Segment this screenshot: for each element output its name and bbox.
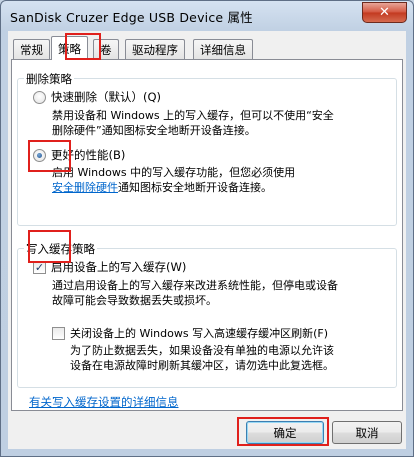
policies-panel: 删除策略 快速删除（默认）(Q) 禁用设备和 Windows 上的写入缓存，但可… bbox=[11, 59, 403, 411]
ok-button[interactable]: 确定 bbox=[246, 421, 324, 444]
better-performance-radio[interactable] bbox=[33, 148, 46, 162]
dialog-client: 常规 策略 卷 驱动程序 详细信息 删除策略 快速删除（默认）(Q) 禁用设备和… bbox=[8, 31, 406, 449]
turn-off-flush-desc-line1: 为了防止数据丢失，如果设备没有单独的电源以允许该 bbox=[70, 344, 334, 357]
turn-off-flush-desc-line2: 设备在电源故障时刷新其缓冲区，请勿选中此复选框。 bbox=[70, 359, 334, 372]
tab-driver[interactable]: 驱动程序 bbox=[125, 39, 185, 59]
tab-strip: 常规 策略 卷 驱动程序 详细信息 bbox=[11, 36, 403, 60]
enable-write-cache-option[interactable]: ✓ 启用设备上的写入缓存(W) bbox=[33, 259, 186, 275]
safely-remove-hardware-link[interactable]: 安全删除硬件 bbox=[52, 181, 118, 194]
close-button[interactable]: ✕ bbox=[362, 2, 407, 23]
turn-off-flush-label[interactable]: 关闭设备上的 Windows 写入高速缓存缓冲区刷新(F) bbox=[70, 325, 328, 341]
tab-details[interactable]: 详细信息 bbox=[193, 39, 253, 59]
properties-window: SanDisk Cruzer Edge USB Device 属性 ✕ 常规 策… bbox=[0, 0, 414, 457]
enable-write-cache-label[interactable]: 启用设备上的写入缓存(W) bbox=[51, 259, 186, 275]
removal-policy-legend: 删除策略 bbox=[24, 71, 74, 87]
tab-general[interactable]: 常规 bbox=[13, 39, 50, 59]
turn-off-flush-option[interactable]: ✓ 关闭设备上的 Windows 写入高速缓存缓冲区刷新(F) bbox=[52, 325, 328, 341]
better-performance-desc-line2: 安全删除硬件通知图标安全地断开设备连接。 bbox=[52, 180, 295, 195]
better-performance-desc-rest: 通知图标安全地断开设备连接。 bbox=[118, 181, 272, 194]
better-performance-label[interactable]: 更好的性能(B) bbox=[51, 147, 125, 163]
write-cache-policy-legend: 写入缓存策略 bbox=[24, 241, 97, 257]
cancel-button[interactable]: 取消 bbox=[332, 421, 402, 444]
quick-removal-description: 禁用设备和 Windows 上的写入缓存，但可以不使用“安全 删除硬件”通知图标… bbox=[52, 108, 334, 138]
quick-removal-desc-line2: 删除硬件”通知图标安全地断开设备连接。 bbox=[52, 124, 256, 137]
write-cache-policy-group: 写入缓存策略 ✓ 启用设备上的写入缓存(W) 通过启用设备上的写入缓存来改进系统… bbox=[17, 241, 397, 388]
better-performance-option[interactable]: 更好的性能(B) bbox=[33, 147, 125, 163]
tab-policies[interactable]: 策略 bbox=[51, 36, 88, 60]
enable-write-cache-checkbox[interactable]: ✓ bbox=[33, 260, 46, 274]
title-bar[interactable]: SanDisk Cruzer Edge USB Device 属性 ✕ bbox=[1, 1, 413, 31]
tab-volumes[interactable]: 卷 bbox=[93, 39, 119, 59]
turn-off-flush-description: 为了防止数据丢失，如果设备没有单独的电源以允许该 设备在电源故障时刷新其缓冲区，… bbox=[70, 343, 334, 373]
quick-removal-option[interactable]: 快速删除（默认）(Q) bbox=[33, 89, 161, 105]
close-icon: ✕ bbox=[379, 5, 390, 20]
enable-write-cache-description: 通过启用设备上的写入缓存来改进系统性能，但停电或设备 故障可能会导致数据丢失或损… bbox=[52, 278, 338, 308]
enable-write-cache-desc-line2: 故障可能会导致数据丢失或损坏。 bbox=[52, 294, 217, 307]
quick-removal-radio[interactable] bbox=[33, 90, 46, 104]
write-cache-details-link[interactable]: 有关写入缓存设置的详细信息 bbox=[29, 394, 179, 410]
enable-write-cache-desc-line1: 通过启用设备上的写入缓存来改进系统性能，但停电或设备 bbox=[52, 279, 338, 292]
window-title: SanDisk Cruzer Edge USB Device 属性 bbox=[10, 10, 253, 25]
better-performance-description: 启用 Windows 中的写入缓存功能，但您必须使用 安全删除硬件通知图标安全地… bbox=[52, 165, 295, 195]
removal-policy-group: 删除策略 快速删除（默认）(Q) 禁用设备和 Windows 上的写入缓存，但可… bbox=[17, 71, 397, 226]
turn-off-flush-checkbox[interactable]: ✓ bbox=[52, 326, 65, 340]
quick-removal-desc-line1: 禁用设备和 Windows 上的写入缓存，但可以不使用“安全 bbox=[52, 109, 334, 122]
better-performance-desc-line1: 启用 Windows 中的写入缓存功能，但您必须使用 bbox=[52, 166, 296, 179]
quick-removal-label[interactable]: 快速删除（默认）(Q) bbox=[51, 89, 161, 105]
